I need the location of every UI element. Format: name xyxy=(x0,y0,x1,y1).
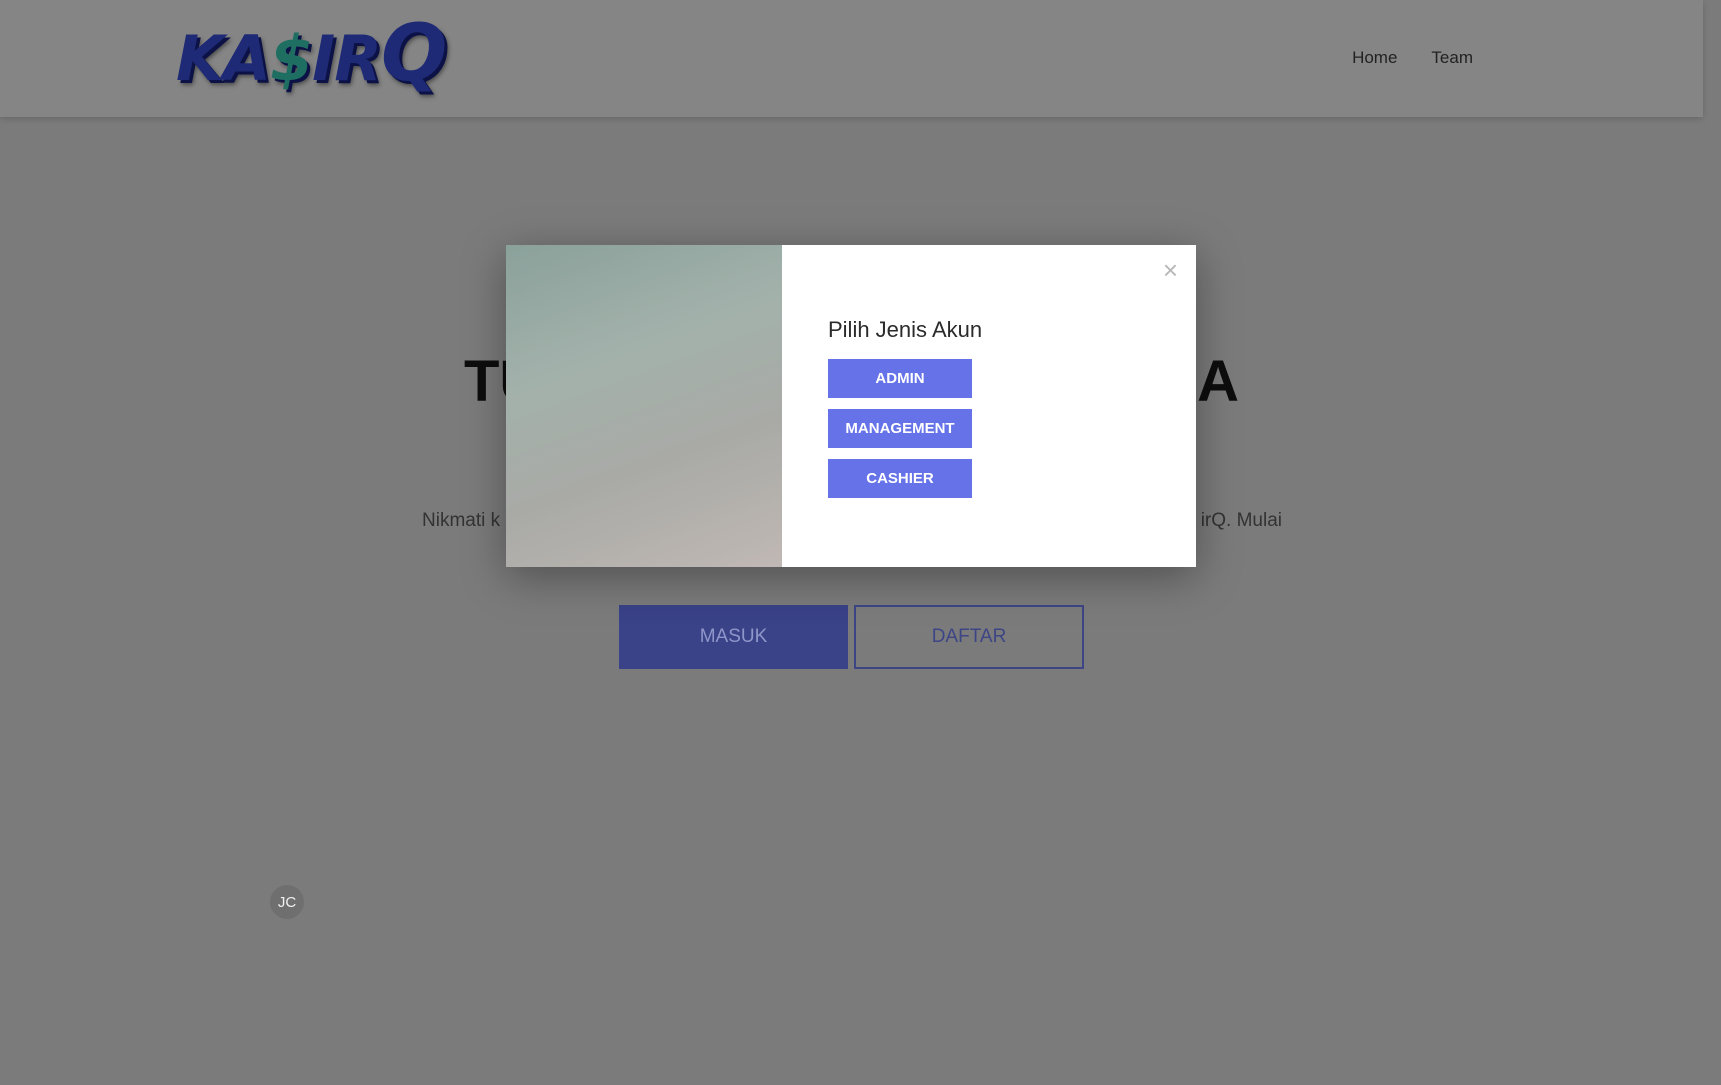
daftar-button[interactable]: DAFTAR xyxy=(854,605,1084,669)
hero-text-right: irQ. Mulai xyxy=(1200,510,1282,531)
masuk-button[interactable]: MASUK xyxy=(619,605,848,669)
hero-text-left: Nikmati k xyxy=(422,510,501,531)
nav-home-link[interactable]: Home xyxy=(1352,48,1397,68)
page: KA$IRQ Home Team TU A Nikmati k irQ. Mul… xyxy=(0,0,1721,1085)
logo-text-ka: KA xyxy=(176,22,271,95)
logo-text-q: Q xyxy=(380,9,447,99)
cashier-button[interactable]: CASHIER xyxy=(828,459,972,498)
modal-image xyxy=(506,245,782,567)
hero-title-right: A xyxy=(1197,349,1239,414)
nav-team-link[interactable]: Team xyxy=(1431,48,1473,68)
modal-title: Pilih Jenis Akun xyxy=(828,317,983,342)
avatar[interactable]: JC xyxy=(270,885,304,919)
logo-dollar: $ xyxy=(270,22,313,95)
logo-text-ir: IR xyxy=(312,22,382,95)
modal-body: × Pilih Jenis Akun ADMIN MANAGEMENT CASH… xyxy=(782,245,1196,567)
account-type-modal: × Pilih Jenis Akun ADMIN MANAGEMENT CASH… xyxy=(506,245,1196,567)
management-button[interactable]: MANAGEMENT xyxy=(828,409,972,448)
main-nav: Home Team xyxy=(1352,48,1473,68)
admin-button[interactable]: ADMIN xyxy=(828,359,972,398)
logo[interactable]: KA$IRQ xyxy=(176,14,447,99)
header: KA$IRQ Home Team xyxy=(0,0,1703,117)
close-icon[interactable]: × xyxy=(1163,257,1178,283)
